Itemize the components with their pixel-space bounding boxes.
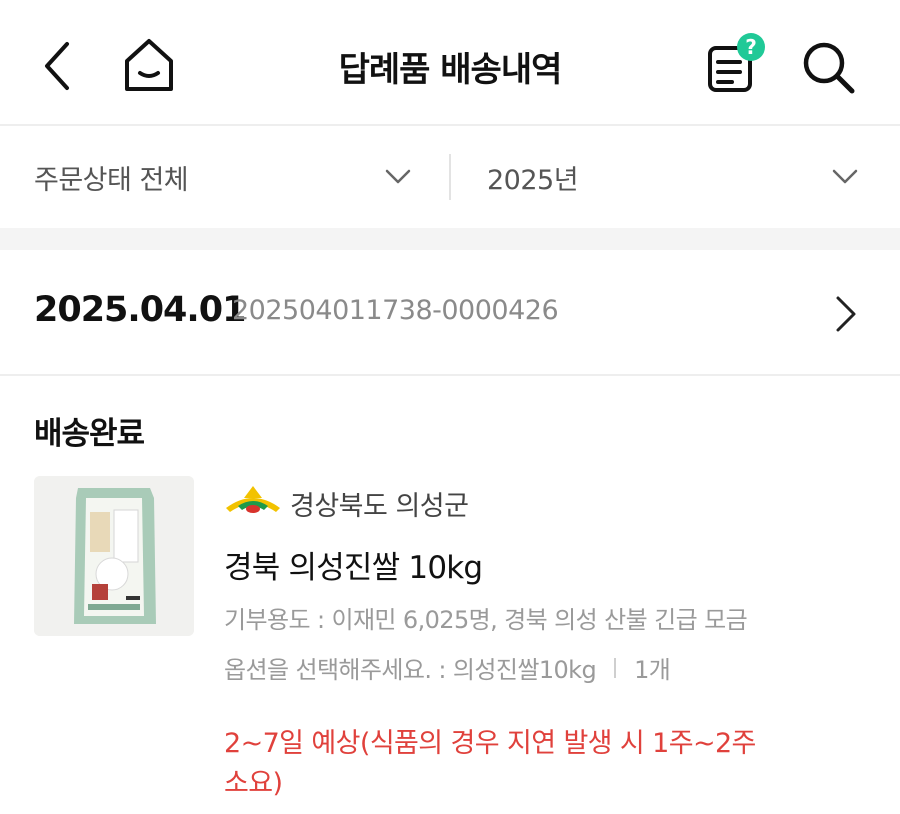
help-document-icon: ? — [708, 33, 765, 92]
filter-divider — [449, 154, 451, 200]
order-header-row[interactable]: 2025.04.01 202504011738-0000426 — [0, 250, 900, 376]
municipality-logo-icon — [226, 486, 280, 513]
delivery-status: 배송완료 — [34, 416, 145, 452]
order-status-value: 주문상태 전체 — [34, 164, 189, 196]
product-quantity: 1개 — [634, 656, 671, 684]
chevron-right-icon — [836, 296, 856, 332]
rice-bag-image — [34, 476, 194, 636]
product-thumbnail[interactable] — [34, 476, 194, 636]
help-badge: ? — [745, 35, 757, 59]
top-app-bar: 답례품 배송내역 ? — [0, 0, 900, 126]
section-gap — [0, 228, 900, 250]
chevron-down-icon — [385, 169, 411, 184]
option-divider — [614, 657, 617, 678]
donation-purpose: 기부용도 : 이재민 6,025명, 경북 의성 산불 긴급 모금 — [224, 606, 748, 634]
search-icon — [803, 42, 855, 94]
year-dropdown[interactable]: 2025년 — [487, 126, 859, 228]
order-date: 2025.04.01 — [34, 290, 246, 330]
product-option: 옵션을 선택해주세요. : 의성진쌀10kg — [224, 656, 597, 684]
help-button[interactable]: ? — [700, 32, 770, 96]
seller-name: 경상북도 의성군 — [290, 491, 469, 522]
delivery-eta: 2~7일 예상(식품의 경우 지연 발생 시 1주~2주 소요) — [224, 728, 756, 799]
search-button[interactable] — [796, 36, 860, 98]
order-status-dropdown[interactable]: 주문상태 전체 — [34, 126, 412, 228]
product-option-row: 옵션을 선택해주세요. : 의성진쌀10kg 1개 — [224, 650, 671, 685]
chevron-down-icon — [832, 169, 858, 184]
order-number: 202504011738-0000426 — [232, 295, 559, 326]
year-value: 2025년 — [487, 164, 579, 196]
product-name[interactable]: 경북 의성진쌀 10kg — [224, 542, 483, 587]
